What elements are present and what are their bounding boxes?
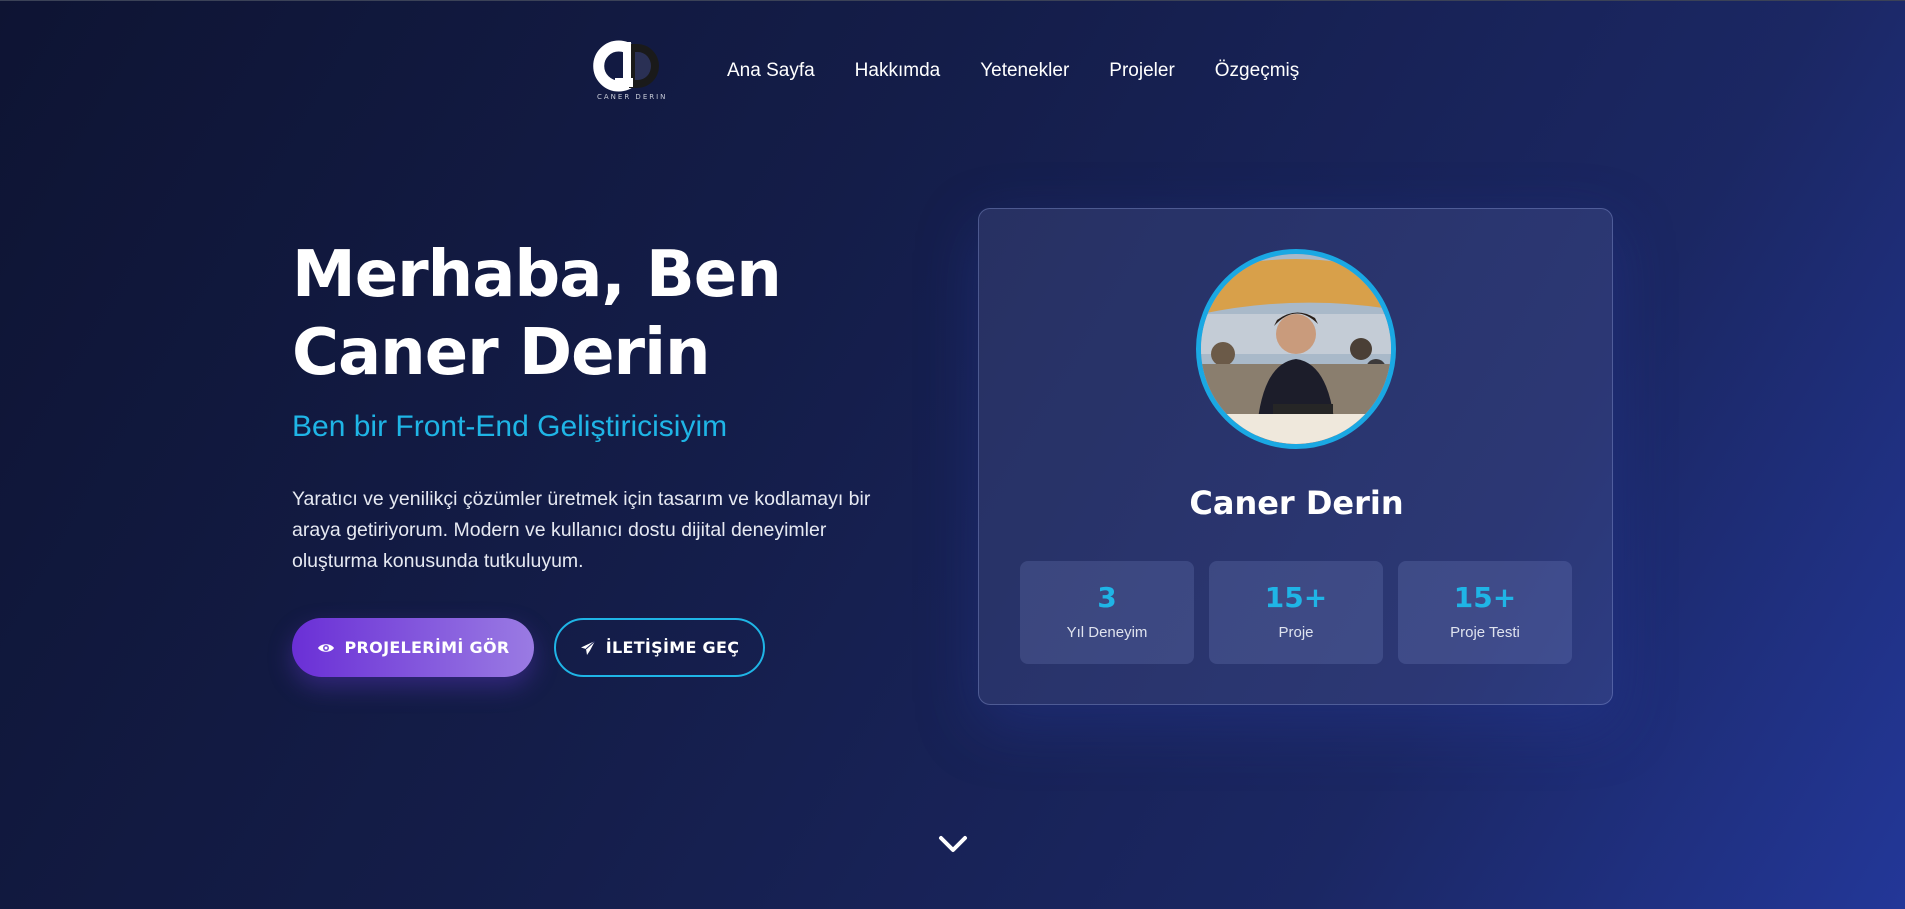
nav-item-projeler[interactable]: Projeler xyxy=(1109,60,1174,82)
hero-subtitle: Ben bir Front-End Geliştiricisiyim xyxy=(292,410,728,443)
logo-mark xyxy=(593,40,659,92)
hero-title-line1: Merhaba, Ben xyxy=(292,238,782,312)
profile-name: Caner Derin xyxy=(1189,484,1404,522)
stat-label: Yıl Deneyim xyxy=(1066,624,1148,641)
nav-item-ana-sayfa[interactable]: Ana Sayfa xyxy=(727,60,815,82)
contact-button[interactable]: İLETİŞİME GEÇ xyxy=(554,618,765,677)
nav-item-yetenekler[interactable]: Yetenekler xyxy=(980,60,1069,82)
hero-description: Yaratıcı ve yenilikçi çözümler üretmek i… xyxy=(292,488,871,572)
stat-label: Proje xyxy=(1278,624,1314,641)
avatar xyxy=(1196,249,1396,449)
nav-item-ozgecmis[interactable]: Özgeçmiş xyxy=(1215,60,1299,82)
view-projects-button[interactable]: PROJELERİMİ GÖR xyxy=(292,618,534,677)
navbar: CANER DERIN Ana Sayfa Hakkımda Yetenekle… xyxy=(585,38,1339,106)
nav-item-hakkimda[interactable]: Hakkımda xyxy=(855,60,941,82)
hero-title: Merhaba, Ben Caner Derin xyxy=(292,236,852,392)
view-projects-label: PROJELERİMİ GÖR xyxy=(344,638,510,657)
stat-label: Proje Testi xyxy=(1450,624,1520,641)
stat-projects: 15+ Proje xyxy=(1209,561,1383,664)
stat-project-tests: 15+ Proje Testi xyxy=(1398,561,1572,664)
logo[interactable]: CANER DERIN xyxy=(585,38,671,104)
paper-plane-icon xyxy=(580,640,596,656)
profile-card: Caner Derin 3 Yıl Deneyim 15+ Proje 15+ … xyxy=(978,208,1613,705)
logo-caption: CANER DERIN xyxy=(597,93,668,101)
eye-icon xyxy=(317,642,335,654)
stat-value: 15+ xyxy=(1453,581,1517,614)
stat-value: 15+ xyxy=(1264,581,1328,614)
chevron-down-icon[interactable] xyxy=(938,833,968,855)
top-border xyxy=(0,0,1905,1)
contact-label: İLETİŞİME GEÇ xyxy=(605,638,740,657)
stat-experience: 3 Yıl Deneyim xyxy=(1020,561,1194,664)
hero-title-line2: Caner Derin xyxy=(292,316,711,390)
main-menu: Ana Sayfa Hakkımda Yetenekler Projeler Ö… xyxy=(727,60,1339,82)
stat-value: 3 xyxy=(1097,581,1117,614)
avatar-photo xyxy=(1201,254,1391,444)
stats-row: 3 Yıl Deneyim 15+ Proje 15+ Proje Testi xyxy=(1020,561,1587,664)
